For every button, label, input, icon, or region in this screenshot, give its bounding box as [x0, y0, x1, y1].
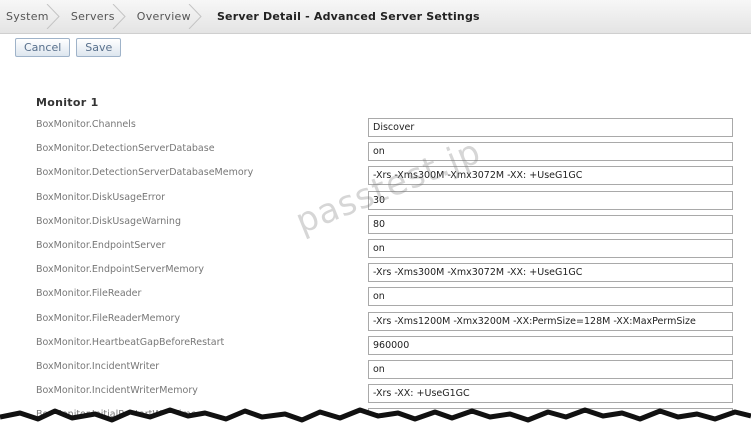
cancel-button[interactable]: Cancel [15, 37, 71, 57]
setting-value-field[interactable]: -Xrs -Xms1200M -Xmx3200M -XX:PermSize=12… [368, 311, 733, 331]
save-button[interactable]: Save [76, 37, 122, 57]
setting-label: BoxMonitor.DiskUsageWarning [36, 215, 181, 227]
setting-row: BoxMonitor.EndpointServerMemory -Xrs -Xm… [0, 260, 751, 284]
setting-value-field[interactable]: 960000 [368, 335, 733, 355]
setting-value-field[interactable]: Discover [368, 118, 733, 137]
setting-value-field[interactable]: -Xrs -Xms300M -Xmx3072M -XX: +UseG1GC [368, 166, 733, 186]
setting-row: BoxMonitor.IncidentWriter on [0, 357, 751, 381]
setting-row: BoxMonitor.EndpointServer on [0, 236, 751, 260]
setting-row: BoxMonitor.DiskUsageWarning 80 [0, 212, 751, 236]
setting-value-field[interactable]: on [368, 287, 733, 307]
setting-value-field[interactable]: -Xrs -Xms300M -Xmx3072M -XX: +UseG1GC [368, 263, 733, 283]
chevron-right-icon [188, 4, 202, 29]
breadcrumb-item-system[interactable]: System [0, 0, 61, 33]
setting-label: BoxMonitor.EndpointServer [36, 239, 166, 251]
breadcrumb-item-overview[interactable]: Overview [127, 0, 203, 33]
setting-value-field[interactable]: on [368, 238, 733, 258]
setting-label: BoxMonitor.FileReaderMemory [36, 312, 181, 324]
setting-label: BoxMonitor.DetectionServerDatabase [36, 143, 215, 155]
setting-label: BoxMonitor.HeartbeatGapBeforeRestart [36, 336, 225, 348]
setting-row: BoxMonitor.Channels Discover [0, 115, 751, 139]
breadcrumb-current: Server Detail - Advanced Server Settings [216, 10, 480, 23]
setting-label: BoxMonitor.Channels [36, 119, 136, 130]
section-title: Monitor 1 [36, 96, 99, 109]
setting-row: BoxMonitor.FileReader on [0, 284, 751, 308]
setting-label: BoxMonitor.EndpointServerMemory [36, 264, 204, 276]
breadcrumb-item-servers[interactable]: Servers [61, 0, 127, 33]
setting-row: BoxMonitor.DetectionServerDatabaseMemory… [0, 163, 751, 187]
setting-label: BoxMonitor.IncidentWriter [36, 360, 160, 372]
setting-row: BoxMonitor.FileReaderMemory -Xrs -Xms120… [0, 309, 751, 333]
setting-label: BoxMonitor.DiskUsageError [36, 191, 166, 203]
setting-value-field[interactable]: 30 [368, 190, 733, 210]
setting-value-field[interactable]: 80 [368, 214, 733, 234]
setting-value-field[interactable]: on [368, 142, 733, 162]
toolbar: Cancel Save [0, 34, 751, 60]
torn-edge-graphic [0, 407, 751, 435]
settings-list: BoxMonitor.Channels Discover BoxMonitor.… [0, 115, 751, 429]
breadcrumb-label: Overview [136, 10, 191, 23]
breadcrumb: System Servers Overview Server Detail - … [0, 0, 751, 34]
setting-label: BoxMonitor.FileReader [36, 288, 142, 300]
chevron-right-icon [46, 4, 60, 29]
chevron-right-icon [112, 4, 126, 29]
setting-value-field[interactable]: on [368, 359, 733, 379]
setting-row: BoxMonitor.HeartbeatGapBeforeRestart 960… [0, 333, 751, 357]
setting-label: BoxMonitor.DetectionServerDatabaseMemory [36, 167, 254, 179]
setting-row: BoxMonitor.DetectionServerDatabase on [0, 139, 751, 163]
setting-row: BoxMonitor.DiskUsageError 30 [0, 188, 751, 212]
